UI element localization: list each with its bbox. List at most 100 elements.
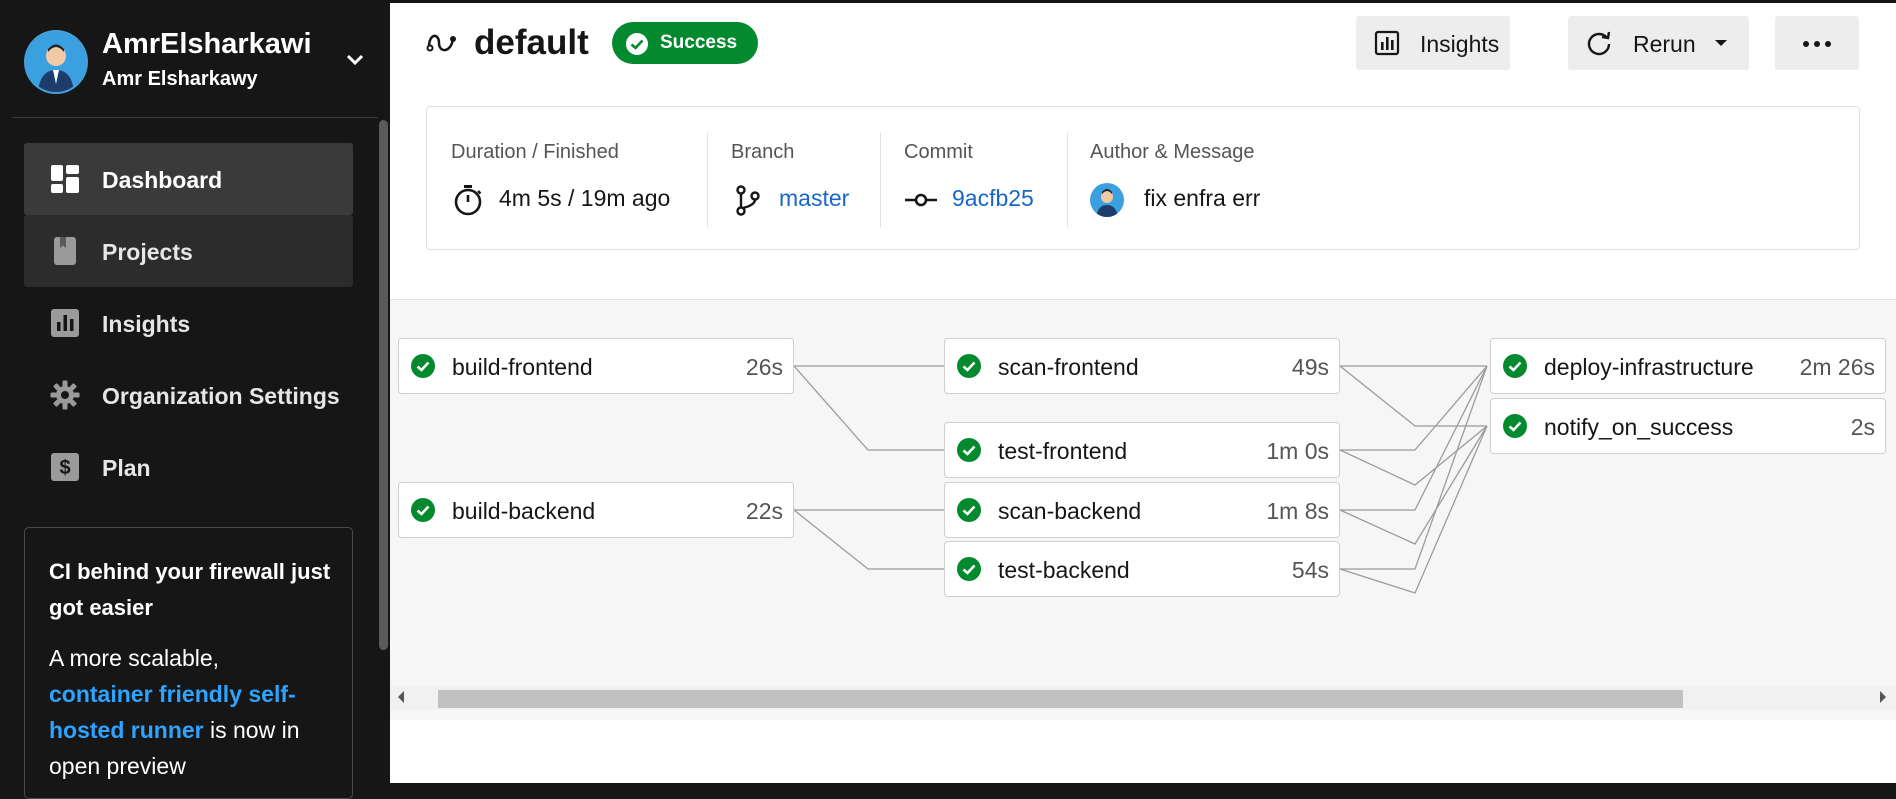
workflow-title: default: [474, 23, 589, 62]
scroll-left-arrow-icon[interactable]: [398, 691, 404, 703]
job-duration: 26s: [745, 354, 783, 380]
caret-down-icon: [1715, 40, 1727, 46]
job-name: test-frontend: [998, 438, 1128, 464]
check-circle-icon: [1503, 414, 1527, 438]
refresh-icon: [1587, 31, 1611, 56]
dashboard-icon: [51, 165, 79, 193]
check-circle-icon: [957, 557, 981, 581]
author-avatar: [1090, 183, 1124, 217]
projects-icon: [54, 237, 76, 265]
more-horizontal-icon: [1803, 41, 1831, 47]
job-name: scan-frontend: [998, 354, 1139, 380]
promo-card: CI behind your firewall just got easier …: [24, 527, 353, 799]
rerun-button-label: Rerun: [1633, 31, 1696, 57]
check-circle-icon: [957, 498, 981, 522]
insights-icon: [1374, 30, 1400, 56]
sidebar-item-label: Projects: [102, 239, 193, 265]
more-options-button[interactable]: [1775, 16, 1859, 70]
branch-link[interactable]: master: [779, 185, 849, 212]
scroll-right-arrow-icon[interactable]: [1880, 691, 1886, 703]
commit-section: Commit 9acfb25: [904, 107, 1054, 249]
workflow-graph: build-frontend 26s build-backend 22s sca…: [390, 299, 1896, 720]
job-card-deploy-infrastructure[interactable]: deploy-infrastructure 2m 26s: [1490, 338, 1886, 394]
check-circle-icon: [1503, 354, 1527, 378]
rerun-button[interactable]: Rerun: [1568, 16, 1749, 70]
insights-icon: [51, 309, 79, 337]
check-circle-icon: [626, 33, 648, 55]
sidebar-item-organization-settings[interactable]: Organization Settings: [24, 359, 353, 431]
promo-body-prefix: A more scalable,: [49, 645, 220, 671]
check-circle-icon: [957, 354, 981, 378]
check-circle-icon: [957, 438, 981, 462]
insights-button-label: Insights: [1420, 31, 1500, 57]
sidebar-item-insights[interactable]: Insights: [24, 287, 353, 359]
org-switcher[interactable]: AmrElsharkawi Amr Elsharkawy: [24, 28, 369, 94]
user-name: Amr Elsharkawy: [102, 68, 258, 90]
commit-link[interactable]: 9acfb25: [952, 185, 1034, 212]
job-name: scan-backend: [998, 498, 1142, 524]
promo-body: A more scalable, container friendly self-…: [49, 640, 339, 784]
pipeline-details: Duration / Finished 4m 5s / 19m ago Bran…: [426, 106, 1860, 250]
insights-button[interactable]: Insights: [1356, 16, 1510, 70]
svg-text:$: $: [59, 457, 70, 479]
sidebar-item-projects[interactable]: Projects: [24, 215, 353, 287]
branch-label: Branch: [731, 141, 795, 163]
job-duration: 49s: [1291, 354, 1329, 380]
job-name: build-frontend: [452, 354, 593, 380]
job-card-scan-backend[interactable]: scan-backend 1m 8s: [944, 482, 1340, 538]
sidebar-item-label: Dashboard: [102, 167, 223, 193]
sidebar-scrollbar[interactable]: [379, 120, 388, 650]
details-divider: [1067, 133, 1068, 227]
job-duration: 2m 26s: [1799, 354, 1875, 380]
commit-label: Commit: [904, 141, 973, 163]
job-card-build-frontend[interactable]: build-frontend 26s: [398, 338, 794, 394]
sidebar-item-label: Insights: [102, 311, 191, 337]
job-duration: 1m 0s: [1266, 438, 1329, 464]
timer-icon: [454, 185, 482, 216]
check-circle-icon: [411, 354, 435, 378]
horizontal-scrollbar[interactable]: [390, 686, 1896, 710]
sidebar-item-dashboard[interactable]: Dashboard: [24, 143, 353, 215]
status-badge: Success: [612, 22, 758, 64]
main-content: default Success Insights Rerun Duration …: [390, 3, 1896, 783]
details-divider: [880, 133, 881, 227]
commit-message: fix enfra err: [1144, 185, 1261, 211]
branch-section: Branch master: [731, 107, 871, 249]
job-duration: 1m 8s: [1266, 498, 1329, 524]
job-card-build-backend[interactable]: build-backend 22s: [398, 482, 794, 538]
dollar-icon: $: [51, 453, 79, 481]
sidebar-divider: [12, 117, 378, 118]
sidebar-item-plan[interactable]: $ Plan: [24, 431, 353, 503]
workflow-icon: [426, 34, 456, 52]
job-card-scan-frontend[interactable]: scan-frontend 49s: [944, 338, 1340, 394]
sidebar-item-label: Organization Settings: [102, 383, 340, 409]
duration-value: 4m 5s / 19m ago: [499, 185, 671, 211]
commit-icon: [905, 193, 937, 207]
sidebar-item-label: Plan: [102, 455, 151, 481]
gear-icon: [50, 380, 80, 410]
job-duration: 54s: [1291, 557, 1329, 583]
org-name: AmrElsharkawi: [102, 28, 312, 60]
scrollbar-thumb[interactable]: [438, 690, 1683, 708]
job-name: notify_on_success: [1544, 414, 1734, 440]
branch-icon: [736, 185, 760, 216]
job-name: test-backend: [998, 557, 1130, 583]
sidebar: AmrElsharkawi Amr Elsharkawy Dashboard P…: [0, 0, 390, 799]
chevron-down-icon[interactable]: [341, 46, 369, 74]
details-divider: [707, 133, 708, 227]
job-duration: 2s: [1850, 414, 1875, 440]
job-card-test-backend[interactable]: test-backend 54s: [944, 541, 1340, 597]
job-name: build-backend: [452, 498, 596, 524]
promo-title: CI behind your firewall just got easier: [49, 559, 331, 620]
job-card-notify-on-success[interactable]: notify_on_success 2s: [1490, 398, 1886, 454]
duration-section: Duration / Finished 4m 5s / 19m ago: [451, 107, 691, 249]
job-card-test-frontend[interactable]: test-frontend 1m 0s: [944, 422, 1340, 478]
org-avatar: [24, 30, 88, 94]
job-duration: 22s: [745, 498, 783, 524]
job-name: deploy-infrastructure: [1544, 354, 1754, 380]
duration-label: Duration / Finished: [451, 141, 619, 163]
author-label: Author & Message: [1090, 141, 1255, 163]
author-section: Author & Message fix enfra err: [1090, 107, 1390, 249]
status-label: Success: [660, 32, 738, 53]
check-circle-icon: [411, 498, 435, 522]
